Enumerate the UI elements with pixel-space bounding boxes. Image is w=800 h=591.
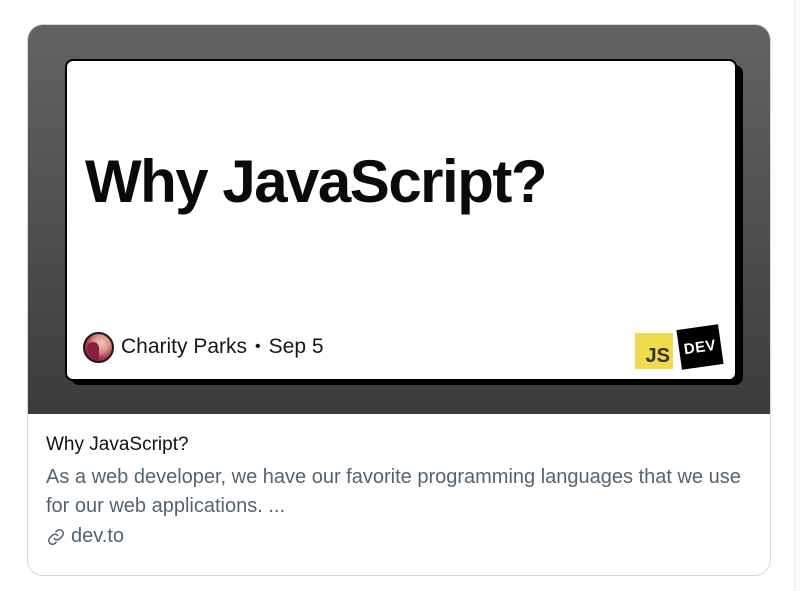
link-preview-card[interactable]: Why JavaScript? Charity Parks • Sep 5 JS…	[27, 24, 771, 576]
card-text: Why JavaScript? As a web developer, we h…	[46, 433, 752, 548]
card-title: Why JavaScript?	[46, 434, 189, 455]
post-date: Sep 5	[268, 335, 324, 358]
avatar-hair	[87, 341, 99, 361]
avatar	[83, 331, 114, 363]
separator-dot: •	[255, 338, 261, 355]
thumbnail-panel: Why JavaScript? Charity Parks • Sep 5 JS…	[65, 59, 737, 381]
dev-logo-icon: DEV	[676, 324, 724, 370]
domain-text: dev.to	[71, 525, 124, 547]
link-icon	[47, 528, 65, 545]
card-description: As a web developer, we have our favorite…	[46, 466, 741, 517]
card-domain[interactable]: dev.to	[46, 525, 752, 548]
scrollbar-track	[793, 0, 800, 591]
card-thumbnail[interactable]: Why JavaScript? Charity Parks • Sep 5 JS…	[28, 25, 770, 414]
js-logo-icon: JS	[635, 333, 673, 369]
thumbnail-title: Why JavaScript?	[85, 148, 548, 215]
author-name: Charity Parks	[121, 335, 248, 358]
author-row: Charity Parks • Sep 5	[83, 329, 324, 365]
page: Why JavaScript? Charity Parks • Sep 5 JS…	[0, 0, 800, 591]
